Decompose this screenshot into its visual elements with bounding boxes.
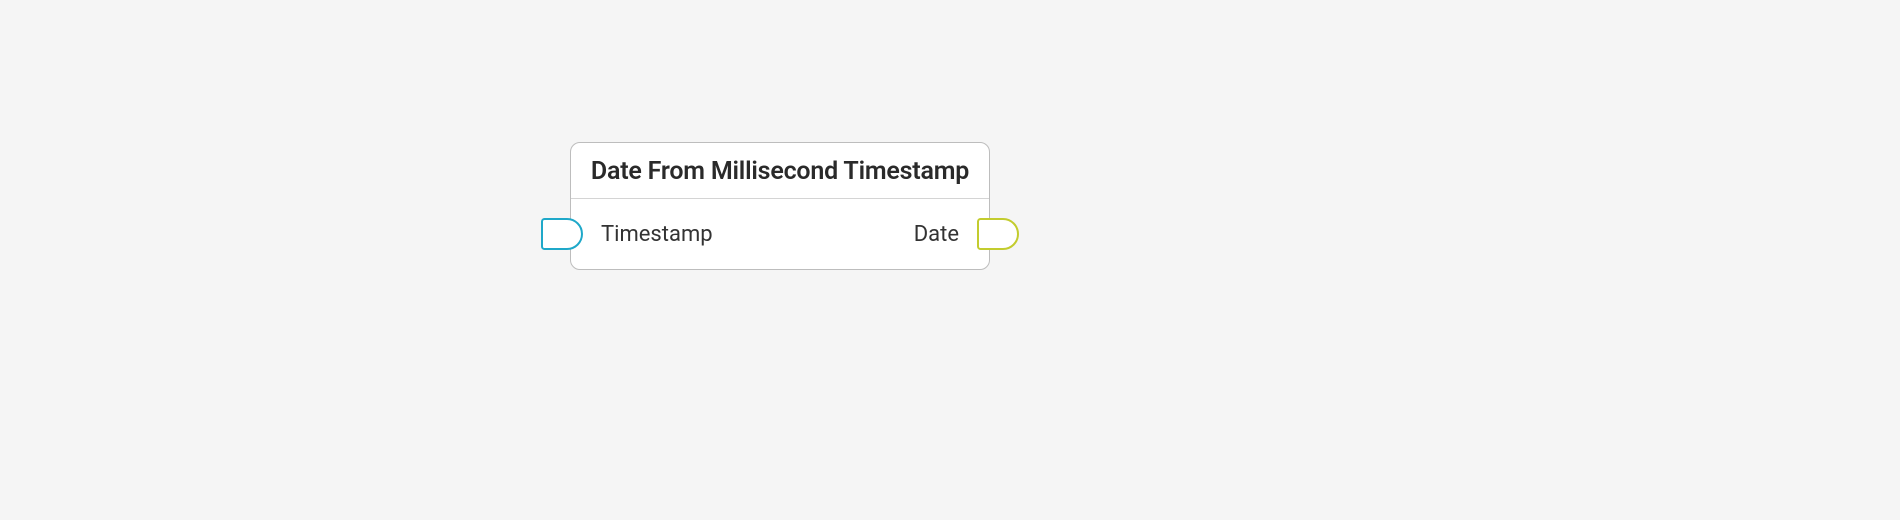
node-body: Timestamp Date: [571, 199, 989, 269]
output-port-socket[interactable]: [977, 218, 1019, 250]
input-port-label: Timestamp: [601, 222, 713, 247]
node-title: Date From Millisecond Timestamp: [589, 157, 971, 186]
node-date-from-ms-timestamp[interactable]: Date From Millisecond Timestamp Timestam…: [570, 142, 990, 270]
output-port-label: Date: [914, 222, 959, 247]
node-canvas[interactable]: Date From Millisecond Timestamp Timestam…: [0, 0, 1900, 520]
input-port-socket[interactable]: [541, 218, 583, 250]
node-header: Date From Millisecond Timestamp: [571, 143, 989, 199]
port-row: Timestamp Date: [571, 199, 989, 269]
